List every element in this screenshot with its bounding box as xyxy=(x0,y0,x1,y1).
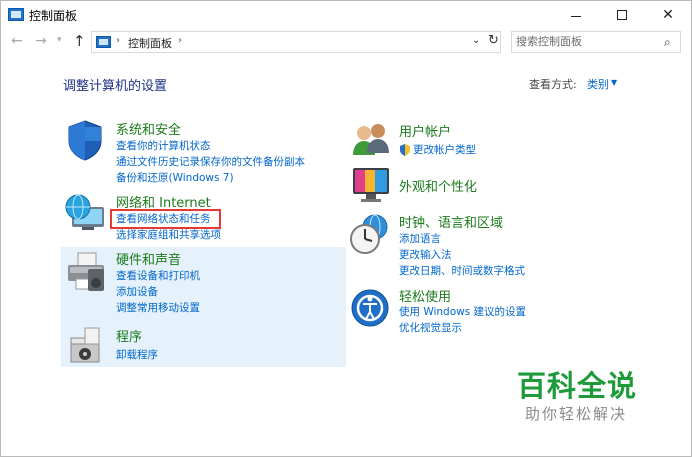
back-arrow-icon[interactable]: ← xyxy=(11,33,23,49)
link-backup-restore[interactable]: 备份和还原(Windows 7) xyxy=(116,170,234,185)
ease-of-access-icon[interactable] xyxy=(350,288,390,332)
category-hardware-sound[interactable]: 硬件和声音 xyxy=(116,249,181,268)
control-panel-icon xyxy=(8,8,24,21)
breadcrumb-control-panel[interactable]: 控制面板 xyxy=(128,35,172,51)
link-mobility-settings[interactable]: 调整常用移动设置 xyxy=(116,300,200,315)
category-user-accounts[interactable]: 用户帐户 xyxy=(399,121,451,140)
maximize-button[interactable] xyxy=(599,1,645,29)
window-title: 控制面板 xyxy=(29,9,78,23)
view-by-dropdown[interactable]: 类别 xyxy=(587,76,609,92)
control-panel-icon xyxy=(96,36,111,48)
minimize-icon xyxy=(571,15,581,17)
printer-icon[interactable] xyxy=(64,251,108,297)
chevron-down-icon[interactable]: ▼ xyxy=(611,78,617,87)
watermark-tagline: 助你轻松解决 xyxy=(525,405,628,423)
breadcrumb-chevron-icon[interactable]: › xyxy=(178,35,182,46)
address-bar[interactable]: › 控制面板 › ⌄ ↻ xyxy=(91,31,501,53)
control-panel-window: 控制面板 ✕ ← → ▾ ↑ › 控制面板 › ⌄ ↻ ⌕ 调整计算机的设置 查… xyxy=(0,0,692,457)
link-add-device[interactable]: 添加设备 xyxy=(116,284,158,299)
network-globe-icon[interactable] xyxy=(64,193,106,237)
forward-arrow-icon[interactable]: → xyxy=(35,33,47,49)
link-windows-recommended-settings[interactable]: 使用 Windows 建议的设置 xyxy=(399,304,526,319)
view-by-label: 查看方式: xyxy=(529,78,577,91)
refresh-icon[interactable]: ↻ xyxy=(488,33,499,48)
search-icon[interactable]: ⌕ xyxy=(664,35,671,50)
title-bar: 控制面板 ✕ xyxy=(1,1,691,29)
watermark-logo: 百科全说 xyxy=(517,369,638,403)
users-icon[interactable] xyxy=(351,121,391,163)
link-homegroup-sharing[interactable]: 选择家庭组和共享选项 xyxy=(116,227,221,242)
clock-globe-icon[interactable] xyxy=(349,213,391,259)
search-box[interactable]: ⌕ xyxy=(511,31,681,53)
address-row: ← → ▾ ↑ › 控制面板 › ⌄ ↻ ⌕ xyxy=(1,29,691,55)
link-uninstall-program[interactable]: 卸载程序 xyxy=(116,347,158,362)
shield-icon[interactable] xyxy=(65,119,105,165)
link-change-date-time-format[interactable]: 更改日期、时间或数字格式 xyxy=(399,263,525,278)
maximize-icon xyxy=(617,10,627,20)
link-view-computer-status[interactable]: 查看你的计算机状态 xyxy=(116,138,211,153)
link-change-account-type[interactable]: 更改帐户类型 xyxy=(413,142,476,157)
category-appearance-personalization[interactable]: 外观和个性化 xyxy=(399,176,477,195)
page-title: 调整计算机的设置 xyxy=(63,79,168,94)
minimize-button[interactable] xyxy=(553,1,599,29)
category-ease-of-access[interactable]: 轻松使用 xyxy=(399,286,451,305)
link-file-history-backup[interactable]: 通过文件历史记录保存你的文件备份副本 xyxy=(116,154,305,169)
link-devices-printers[interactable]: 查看设备和打印机 xyxy=(116,268,200,283)
annotation-highlight-box xyxy=(110,209,221,229)
link-optimize-visual-display[interactable]: 优化视觉显示 xyxy=(399,320,462,335)
search-input[interactable] xyxy=(516,35,656,48)
chevron-down-icon[interactable]: ⌄ xyxy=(472,35,480,46)
link-add-language[interactable]: 添加语言 xyxy=(399,231,441,246)
category-clock-language-region[interactable]: 时钟、语言和区域 xyxy=(399,212,503,231)
programs-box-icon[interactable] xyxy=(67,326,105,368)
close-icon: ✕ xyxy=(662,7,674,23)
uac-shield-icon xyxy=(399,141,411,160)
link-change-input-method[interactable]: 更改输入法 xyxy=(399,247,452,262)
monitor-icon[interactable] xyxy=(351,164,391,208)
recent-locations-chevron-icon[interactable]: ▾ xyxy=(57,35,62,45)
breadcrumb-chevron-icon[interactable]: › xyxy=(116,35,120,46)
category-system-security[interactable]: 系统和安全 xyxy=(116,119,181,138)
close-button[interactable]: ✕ xyxy=(645,1,691,29)
up-arrow-icon[interactable]: ↑ xyxy=(73,32,86,50)
category-programs[interactable]: 程序 xyxy=(116,326,142,345)
